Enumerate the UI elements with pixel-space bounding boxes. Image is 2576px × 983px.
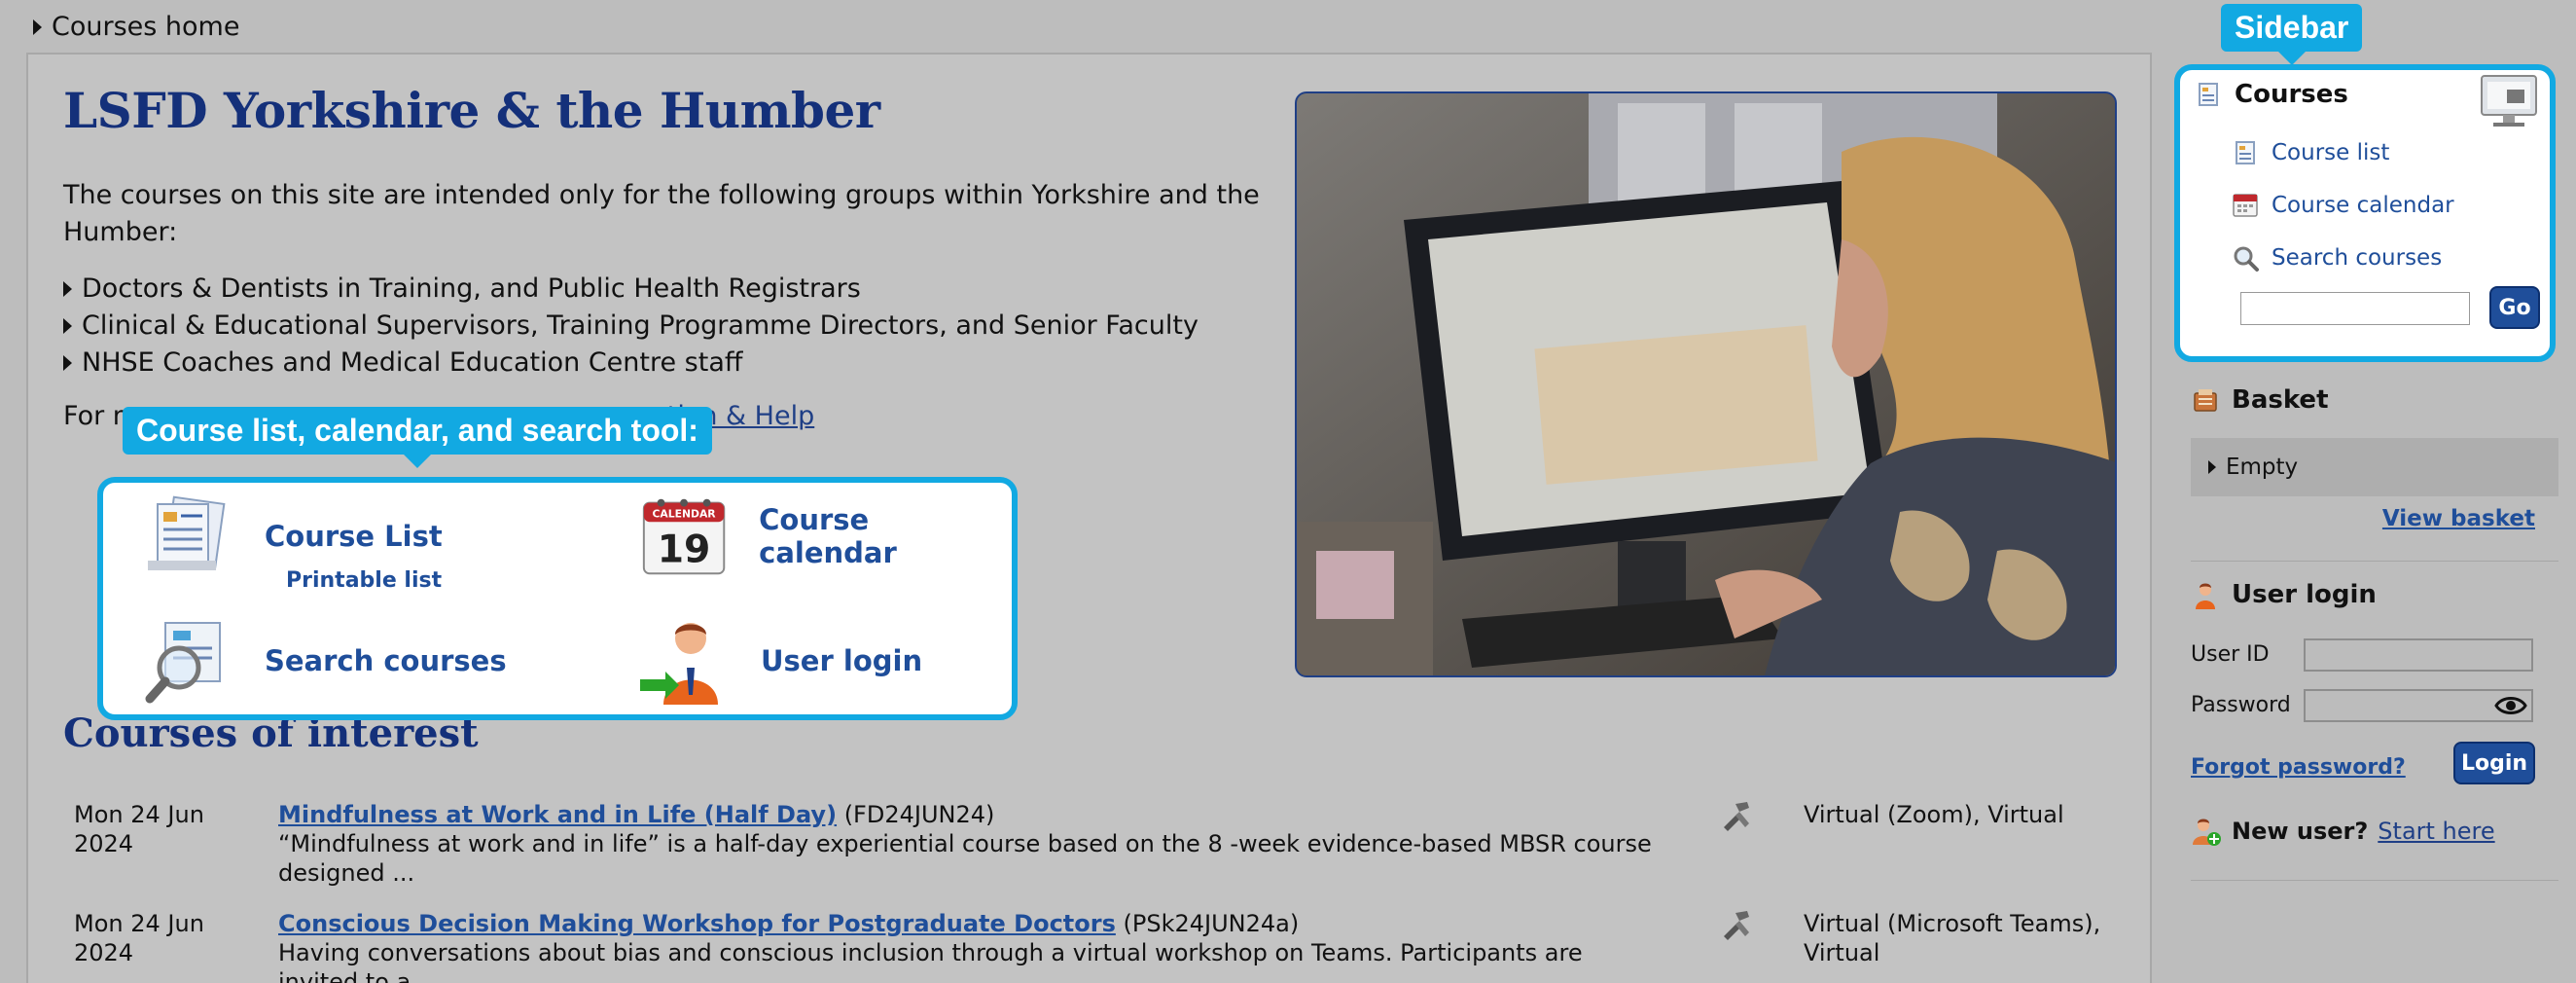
tools-icon (1718, 798, 1753, 840)
eye-icon[interactable] (2494, 693, 2527, 722)
course-body: Conscious Decision Making Workshop for P… (278, 909, 1669, 983)
search-icon (145, 622, 221, 704)
search-go-button[interactable]: Go (2489, 286, 2540, 329)
course-location: Virtual (Zoom), Virtual (1804, 801, 2064, 828)
course-code: (PSk24JUN24a) (1123, 910, 1300, 937)
course-title-link[interactable]: Mindfulness at Work and in Life (Half Da… (278, 801, 837, 828)
triangle-right-icon (2208, 460, 2216, 474)
list-item: Doctors & Dentists in Training, and Publ… (63, 271, 1199, 308)
feature-box: Course List Printable list CALENDAR 19 C… (97, 477, 1018, 720)
user-id-input[interactable] (2304, 638, 2533, 672)
course-location: Virtual (Microsoft Teams), Virtual (1804, 910, 2101, 966)
breadcrumb-courses-home[interactable]: Courses home (52, 12, 239, 42)
sidebar-courses-box: Courses Course list Course calendar Sear… (2174, 64, 2556, 362)
feature-search-courses[interactable]: Search courses (140, 617, 507, 705)
hero-photo-illustration (1297, 93, 2115, 675)
breadcrumb[interactable]: Courses home (33, 12, 239, 42)
calendar-icon: CALENDAR 19 (642, 498, 726, 575)
user-login-link[interactable]: User login (761, 644, 922, 677)
hero-photo (1295, 91, 2117, 677)
user-icon (2196, 583, 2215, 609)
printable-list-link[interactable]: Printable list (286, 568, 442, 593)
course-list-icon (148, 495, 226, 570)
basket-header: Basket (2191, 385, 2329, 415)
course-body: Mindfulness at Work and in Life (Half Da… (278, 800, 1669, 888)
course-date: Mon 24 Jun 2024 (74, 910, 204, 966)
new-user-row: New user? Start here (2191, 816, 2495, 847)
login-button[interactable]: Login (2453, 742, 2535, 784)
password-label: Password (2191, 693, 2291, 717)
list-item: NHSE Coaches and Medical Education Centr… (63, 345, 1199, 382)
tools-icon (1718, 907, 1753, 949)
sidebar-course-calendar[interactable]: Course calendar (2231, 191, 2454, 220)
sidebar-callout-tag: Sidebar (2221, 4, 2363, 65)
triangle-right-icon (63, 281, 72, 297)
divider (2191, 561, 2558, 562)
divider (2191, 880, 2558, 881)
triangle-right-icon (63, 355, 72, 371)
search-courses-link[interactable]: Search courses (265, 644, 507, 677)
course-calendar-link[interactable]: Course calendar (759, 503, 1012, 569)
list-item: Clinical & Educational Supervisors, Trai… (63, 308, 1199, 345)
user-login-header: User login (2191, 580, 2377, 609)
monitor-icon (2478, 72, 2540, 132)
new-user-icon (2193, 819, 2221, 846)
basket-empty-row: Empty (2191, 438, 2558, 496)
triangle-right-icon (63, 318, 72, 334)
course-list-icon (2199, 83, 2218, 106)
svg-text:19: 19 (658, 528, 711, 571)
view-basket-link[interactable]: View basket (2382, 506, 2535, 531)
new-user-label: New user? (2232, 818, 2369, 845)
eligible-groups-list: Doctors & Dentists in Training, and Publ… (63, 271, 1199, 382)
svg-text:CALENDAR: CALENDAR (653, 507, 717, 520)
sidebar-search-courses[interactable]: Search courses (2231, 243, 2442, 273)
user-id-label: User ID (2191, 642, 2270, 667)
course-date: Mon 24 Jun 2024 (74, 801, 204, 857)
course-code: (FD24JUN24) (843, 801, 995, 828)
feature-course-list[interactable]: Course List (140, 492, 443, 580)
feature-callout-tag: Course list, calendar, and search tool: (123, 407, 712, 468)
triangle-right-icon (33, 18, 42, 35)
password-input[interactable] (2304, 689, 2533, 722)
course-list-link[interactable]: Course List (265, 520, 443, 553)
course-title-link[interactable]: Conscious Decision Making Workshop for P… (278, 910, 1116, 937)
calendar-icon (2233, 194, 2258, 217)
feature-course-calendar[interactable]: CALENDAR 19 Course calendar (636, 492, 1012, 580)
course-description: “Mindfulness at work and in life” is a h… (278, 830, 1652, 887)
sidebar-search-input[interactable] (2240, 292, 2470, 325)
course-description: Having conversations about bias and cons… (278, 939, 1583, 983)
sidebar-course-list[interactable]: Course list (2231, 138, 2389, 167)
feature-user-login[interactable]: User login (636, 617, 922, 705)
page-title: LSFD Yorkshire & the Humber (63, 82, 880, 139)
start-here-link[interactable]: Start here (2378, 818, 2494, 845)
search-icon (2234, 246, 2259, 272)
basket-icon (2194, 389, 2217, 412)
forgot-password-link[interactable]: Forgot password? (2191, 755, 2406, 780)
course-list-icon (2236, 141, 2255, 164)
user-login-icon (640, 623, 718, 705)
intro-text: The courses on this site are intended on… (63, 180, 1260, 247)
sidebar-courses-header: Courses (2194, 80, 2348, 109)
